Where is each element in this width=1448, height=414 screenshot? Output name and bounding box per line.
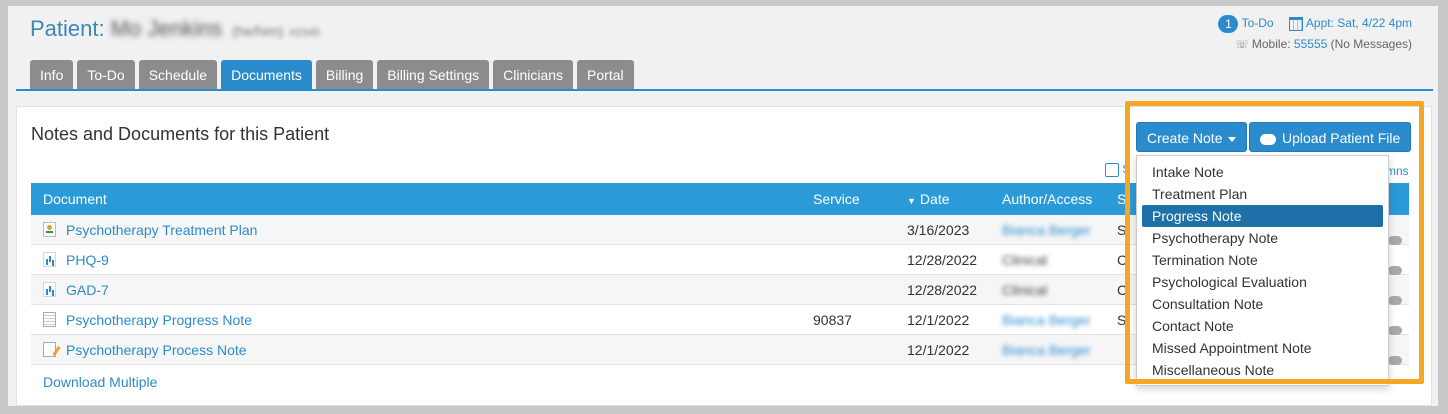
tab-divider: [16, 89, 1433, 91]
document-link[interactable]: Psychotherapy Process Note: [66, 342, 247, 358]
appointment-link[interactable]: Appt: Sat, 4/22 4pm: [1306, 16, 1412, 30]
tab-billing[interactable]: Billing: [315, 60, 374, 90]
date-cell: 12/1/2022: [907, 341, 970, 358]
col-author[interactable]: Author/Access: [996, 191, 1111, 207]
document-link[interactable]: Psychotherapy Treatment Plan: [66, 222, 257, 238]
tab-documents[interactable]: Documents: [221, 60, 312, 90]
tab-info[interactable]: Info: [30, 60, 74, 90]
author-access-text: Clinical: [1002, 251, 1048, 268]
title-prefix: Patient:: [30, 16, 105, 41]
tab-clinicians[interactable]: Clinicians: [493, 60, 574, 90]
todo-link[interactable]: To-Do: [1242, 16, 1274, 30]
service-cell: 90837: [813, 311, 852, 328]
highlight-frame: [1125, 101, 1424, 384]
patient-pronouns: (he/him): [232, 23, 284, 39]
download-multiple-link[interactable]: Download Multiple: [43, 374, 157, 390]
bar-chart-icon: [43, 282, 56, 297]
document-link[interactable]: GAD-7: [66, 282, 109, 298]
patient-summary: 1 To-Do Appt: Sat, 4/22 4pm ☏ Mobile: 555…: [1218, 12, 1412, 54]
col-document[interactable]: Document: [31, 191, 801, 207]
panel-heading: Notes and Documents for this Patient: [31, 124, 330, 144]
tab-schedule[interactable]: Schedule: [138, 60, 218, 90]
tab-portal[interactable]: Portal: [577, 60, 634, 90]
tab-todo[interactable]: To-Do: [77, 60, 135, 90]
col-date[interactable]: ▼ Date: [901, 191, 996, 207]
author-link[interactable]: Bianca Berger: [1002, 342, 1091, 358]
app-frame: Patient: Mo Jenkins (he/him) #2345 1 To-Do…: [8, 6, 1438, 406]
date-cell: 3/16/2023: [907, 221, 970, 238]
author-access-text: Clinical: [1002, 281, 1048, 298]
patient-tabs: Info To-Do Schedule Documents Billing Bi…: [30, 60, 634, 90]
process-note-icon: [43, 342, 56, 357]
phone-icon: ☏: [1235, 39, 1249, 51]
tab-billing-settings[interactable]: Billing Settings: [377, 60, 490, 90]
sort-desc-icon: ▼: [907, 196, 916, 206]
date-cell: 12/28/2022: [907, 281, 978, 298]
patient-id: #2345: [289, 27, 320, 39]
mobile-label: Mobile:: [1251, 37, 1291, 51]
note-icon: [43, 312, 56, 327]
treatment-plan-icon: [43, 222, 56, 237]
document-link[interactable]: PHQ-9: [66, 252, 109, 268]
todo-count-badge[interactable]: 1: [1218, 14, 1239, 33]
author-link[interactable]: Bianca Berger: [1002, 222, 1091, 238]
patient-name: Mo Jenkins: [110, 16, 223, 41]
page-title: Patient: Mo Jenkins (he/him) #2345: [30, 16, 320, 42]
copy-icon: [1105, 162, 1119, 177]
bar-chart-icon: [43, 252, 56, 267]
document-link[interactable]: Psychotherapy Progress Note: [66, 312, 252, 328]
date-cell: 12/28/2022: [907, 251, 978, 268]
mobile-note: (No Messages): [1330, 37, 1412, 51]
calendar-icon: [1288, 16, 1303, 31]
mobile-number-link[interactable]: 55555: [1294, 37, 1327, 51]
date-cell: 12/1/2022: [907, 311, 970, 328]
author-link[interactable]: Bianca Berger: [1002, 312, 1091, 328]
col-service[interactable]: Service: [801, 191, 901, 207]
